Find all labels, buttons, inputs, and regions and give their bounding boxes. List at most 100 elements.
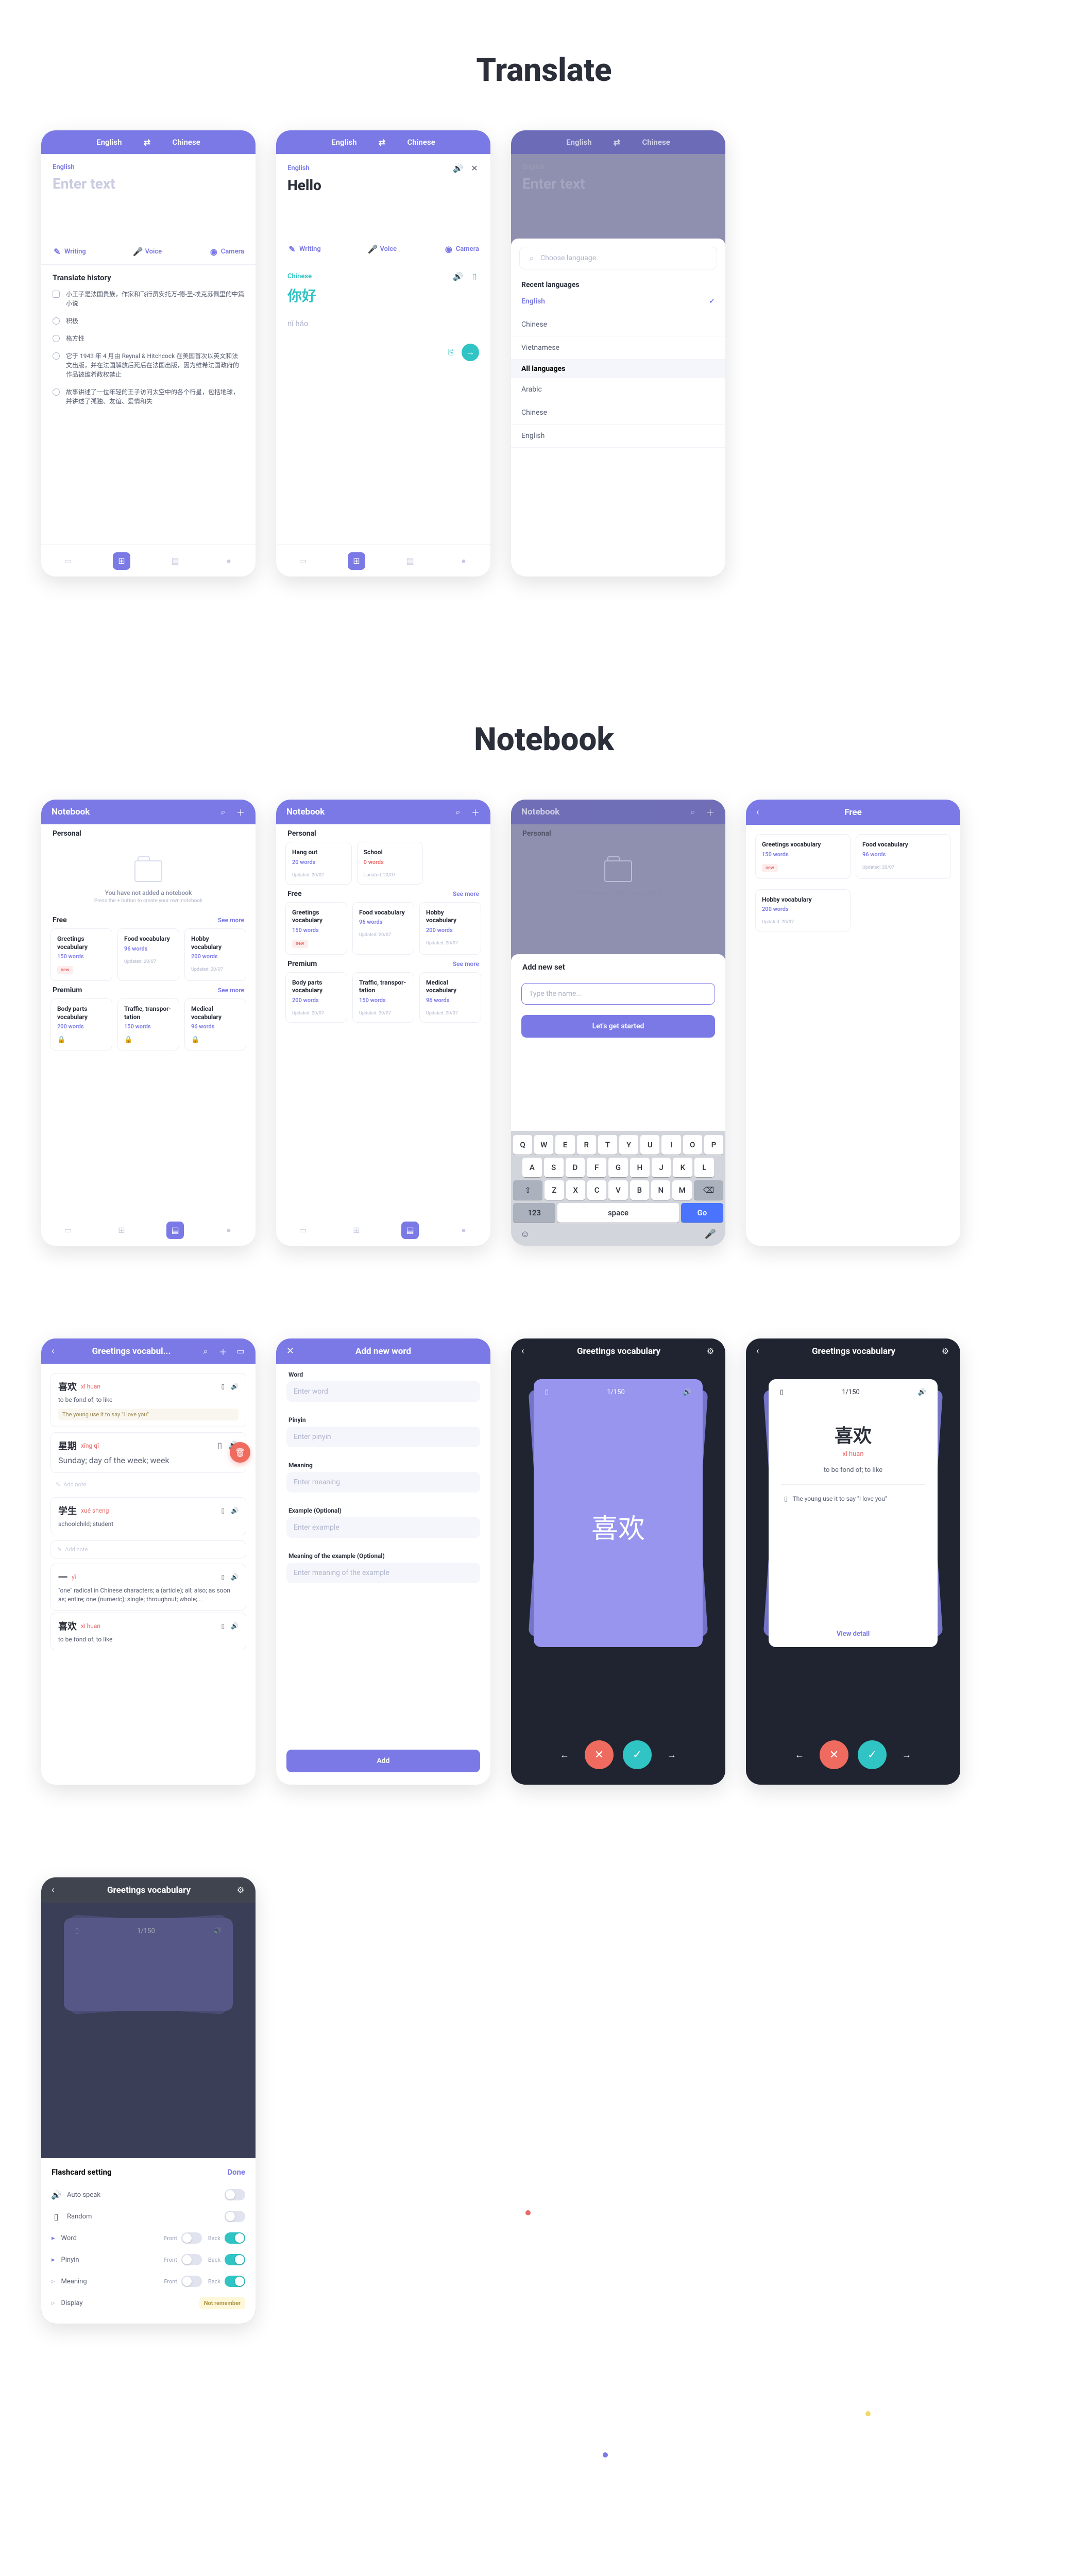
key-w[interactable]: W <box>534 1135 553 1155</box>
translate-input[interactable]: Hello <box>287 177 479 194</box>
prev-button[interactable]: ← <box>554 1750 575 1760</box>
set-card[interactable]: Food vocabulary96 wordsUpdated: 20/07 <box>352 902 414 955</box>
key-z[interactable]: Z <box>545 1180 564 1200</box>
back-button[interactable]: ‹ <box>52 1346 62 1357</box>
bookmark-icon[interactable] <box>53 291 60 298</box>
history-item[interactable]: 它于 1943 年 4 月由 Reynal & Hitchcock 在美国首次以… <box>66 351 244 379</box>
speaker-icon[interactable]: 🔊 <box>231 1383 239 1390</box>
pinyin-front-toggle[interactable] <box>181 2254 202 2265</box>
random-toggle[interactable] <box>225 2211 245 2222</box>
key-k[interactable]: K <box>673 1158 692 1177</box>
key-e[interactable]: E <box>555 1135 574 1155</box>
example-meaning-input[interactable]: Enter meaning of the example <box>286 1563 480 1583</box>
tab-chat[interactable]: ▭ <box>294 1222 312 1239</box>
see-more-free[interactable]: See more <box>218 917 244 924</box>
speaker-icon[interactable]: 🔊 <box>453 272 463 281</box>
key-x[interactable]: X <box>566 1180 585 1200</box>
set-card[interactable]: Hobby vocabulary200 wordsUpdated: 20/07 <box>184 928 246 981</box>
set-card[interactable]: Food vocabulary96 wordsUpdated: 20/07 <box>117 928 179 981</box>
lang-option-vietnamese[interactable]: Vietnamese <box>511 336 725 360</box>
set-card[interactable]: School0 wordsUpdated: 20/07 <box>357 842 423 885</box>
translate-input[interactable]: Enter text <box>53 175 244 192</box>
tab-translate[interactable]: ⊞ <box>348 1222 365 1239</box>
set-card-locked[interactable]: Traffic, transpor-tation150 words🔒 <box>117 998 179 1050</box>
key-t[interactable]: T <box>598 1135 617 1155</box>
set-card[interactable]: Hobby vocabulary200 wordsUpdated: 20/07 <box>755 889 851 932</box>
key-d[interactable]: D <box>566 1158 585 1177</box>
lang-to[interactable]: Chinese <box>172 138 200 147</box>
lang-from[interactable]: English <box>96 138 122 147</box>
next-button[interactable]: → <box>896 1750 917 1760</box>
tab-profile[interactable]: ● <box>455 552 472 570</box>
add-icon[interactable]: ＋ <box>471 807 480 817</box>
bookmark-icon[interactable]: ▯ <box>221 1573 225 1581</box>
set-card[interactable]: Hobby vocabulary200 wordsUpdated: 20/07 <box>419 902 481 955</box>
swap-icon[interactable]: ⇄ <box>142 138 151 147</box>
clock-icon[interactable] <box>53 352 60 360</box>
add-note-field[interactable]: ✎Add note <box>50 1540 246 1558</box>
word-input[interactable]: Enter word <box>286 1381 480 1402</box>
key-s[interactable]: S <box>544 1158 564 1177</box>
backspace-key[interactable]: ⌫ <box>694 1180 723 1200</box>
tab-notebook[interactable]: ▤ <box>166 1222 184 1239</box>
tab-chat[interactable]: ▭ <box>294 552 312 570</box>
speaker-icon[interactable]: 🔊 <box>683 1388 691 1396</box>
set-card[interactable]: Body parts vocabulary200 wordsUpdated: 2… <box>285 972 347 1023</box>
voice-button[interactable]: 🎤Voice <box>368 244 397 253</box>
accept-button[interactable]: ✓ <box>858 1740 887 1769</box>
key-v[interactable]: V <box>608 1180 627 1200</box>
space-key[interactable]: space <box>557 1203 678 1223</box>
voice-button[interactable]: 🎤Voice <box>133 247 162 256</box>
see-more-premium[interactable]: See more <box>218 987 244 994</box>
start-button[interactable]: Let's get started <box>521 1015 715 1038</box>
vocab-item-swiped[interactable]: 星期xīng qī▯🔊 Sunday; day of the week; wee… <box>50 1432 246 1473</box>
bookmark-icon[interactable]: ▯ <box>784 1495 788 1502</box>
display-chip[interactable]: Not remember <box>199 2297 245 2309</box>
bookmark-icon[interactable]: ▯ <box>545 1388 549 1396</box>
set-card-locked[interactable]: Medical vocabulary96 words🔒 <box>184 998 246 1050</box>
tab-notebook[interactable]: ▤ <box>401 1222 419 1239</box>
back-button[interactable]: ‹ <box>756 1346 767 1357</box>
settings-icon[interactable]: ⚙ <box>706 1347 715 1356</box>
speaker-icon[interactable]: 🔊 <box>231 1573 239 1581</box>
bookmark-icon[interactable]: ▯ <box>217 1440 222 1450</box>
pinyin-back-toggle[interactable] <box>225 2254 245 2265</box>
set-card[interactable]: Traffic, transpor-tation150 wordsUpdated… <box>352 972 414 1023</box>
lang-option-arabic[interactable]: Arabic <box>511 378 725 401</box>
go-key[interactable]: Go <box>681 1203 723 1223</box>
lang-option-chinese[interactable]: Chinese <box>511 313 725 336</box>
search-icon[interactable]: ⌕ <box>218 807 228 817</box>
tab-profile[interactable]: ● <box>220 1222 237 1239</box>
history-item[interactable]: 积极 <box>66 316 78 326</box>
key-a[interactable]: A <box>522 1158 542 1177</box>
vocab-item[interactable]: 喜欢xǐ huan▯🔊 to be fond of; to like <box>50 1613 246 1651</box>
key-m[interactable]: M <box>672 1180 691 1200</box>
camera-button[interactable]: ◉Camera <box>444 244 479 253</box>
share-button[interactable]: → <box>462 344 479 361</box>
set-card[interactable]: Hang out20 wordsUpdated: 20/07 <box>285 842 352 885</box>
search-icon[interactable]: ⌕ <box>201 1347 210 1356</box>
settings-icon[interactable]: ⚙ <box>941 1347 950 1356</box>
speaker-icon[interactable]: 🔊 <box>231 1507 239 1514</box>
tab-notebook[interactable]: ▤ <box>401 552 419 570</box>
set-name-input[interactable]: Type the name... <box>521 983 715 1005</box>
word-front-toggle[interactable] <box>181 2232 202 2244</box>
history-item[interactable]: 格方性 <box>66 334 84 343</box>
set-card-locked[interactable]: Body parts vocabulary200 words🔒 <box>50 998 112 1050</box>
lang-from[interactable]: English <box>331 138 356 147</box>
add-note-field[interactable]: ✎Add note <box>41 1477 256 1492</box>
mic-key[interactable]: 🎤 <box>705 1229 716 1240</box>
bookmark-icon[interactable]: ▯ <box>780 1388 784 1396</box>
pinyin-input[interactable]: Enter pinyin <box>286 1427 480 1447</box>
delete-button[interactable]: 🗑 <box>230 1442 250 1463</box>
writing-button[interactable]: ✎Writing <box>287 244 321 253</box>
tab-translate[interactable]: ⊞ <box>113 552 130 570</box>
word-back-toggle[interactable] <box>225 2232 245 2244</box>
key-r[interactable]: R <box>577 1135 596 1155</box>
tab-notebook[interactable]: ▤ <box>166 552 184 570</box>
done-button[interactable]: Done <box>227 2167 245 2177</box>
set-card[interactable]: Food vocabulary96 wordsUpdated: 20/07 <box>856 834 951 879</box>
key-b[interactable]: B <box>630 1180 649 1200</box>
back-button[interactable]: ‹ <box>756 807 767 818</box>
speaker-icon[interactable]: 🔊 <box>453 163 463 173</box>
